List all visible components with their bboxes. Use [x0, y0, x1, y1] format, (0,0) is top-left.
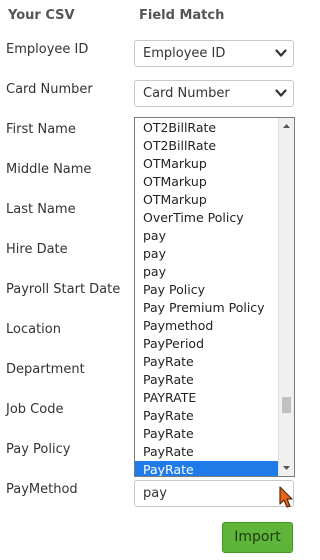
chevron-down-icon: [275, 81, 287, 106]
dropdown-option[interactable]: PayPeriod: [135, 335, 279, 353]
dropdown-option[interactable]: PayRate: [135, 443, 279, 461]
dropdown-option[interactable]: pay: [135, 245, 279, 263]
row-label-middle-name: Middle Name: [6, 162, 92, 177]
dropdown-option[interactable]: PayRate: [135, 407, 279, 425]
scroll-up-arrow-icon[interactable]: [279, 119, 294, 133]
mouse-cursor-icon: [279, 486, 295, 514]
field-match-header: Field Match: [139, 8, 225, 23]
dropdown-option[interactable]: OT2BillRate: [135, 137, 279, 155]
row-label-location: Location: [6, 322, 61, 337]
card-number-select[interactable]: Card Number: [134, 80, 294, 107]
row-label-payroll-start-date: Payroll Start Date: [6, 282, 121, 297]
row-label-card-number: Card Number: [6, 82, 93, 97]
dropdown-option[interactable]: OTMarkup: [135, 191, 279, 209]
row-label-employee-id: Employee ID: [6, 42, 89, 57]
row-label-job-code: Job Code: [6, 402, 64, 417]
select-value: Employee ID: [143, 46, 226, 61]
paymethod-select[interactable]: pay: [134, 480, 294, 507]
dropdown-option[interactable]: pay: [135, 263, 279, 281]
dropdown-option[interactable]: pay: [135, 227, 279, 245]
dropdown-option[interactable]: PayRate: [135, 353, 279, 371]
dropdown-option[interactable]: PayRate: [135, 425, 279, 443]
chevron-down-icon: [275, 41, 287, 66]
select-value: pay: [143, 486, 167, 501]
dropdown-option[interactable]: PAYRATE: [135, 389, 279, 407]
dropdown-scrollbar[interactable]: [278, 118, 294, 476]
row-label-department: Department: [6, 362, 85, 377]
scroll-down-arrow-icon[interactable]: [279, 461, 294, 475]
dropdown-option[interactable]: OverTime Policy: [135, 209, 279, 227]
import-button[interactable]: Import: [222, 522, 293, 553]
row-label-pay-policy: Pay Policy: [6, 442, 71, 457]
dropdown-option[interactable]: OT2BillRate: [135, 119, 279, 137]
your-csv-header: Your CSV: [8, 8, 75, 23]
dropdown-option[interactable]: Paymethod: [135, 317, 279, 335]
employee-id-select[interactable]: Employee ID: [134, 40, 294, 67]
dropdown-option[interactable]: Pay Policy: [135, 281, 279, 299]
scrollbar-thumb[interactable]: [282, 397, 291, 413]
row-label-first-name: First Name: [6, 122, 76, 137]
row-label-last-name: Last Name: [6, 202, 76, 217]
row-label-paymethod: PayMethod: [6, 482, 78, 497]
row-label-hire-date: Hire Date: [6, 242, 68, 257]
dropdown-option[interactable]: PayRate: [135, 371, 279, 389]
field-match-dropdown-list[interactable]: OT2BillRate OT2BillRate OTMarkup OTMarku…: [134, 117, 295, 477]
select-value: Card Number: [143, 86, 230, 101]
dropdown-option[interactable]: OTMarkup: [135, 173, 279, 191]
dropdown-option[interactable]: Pay Premium Policy: [135, 299, 279, 317]
dropdown-option-selected[interactable]: PayRate: [135, 461, 279, 476]
dropdown-option[interactable]: OTMarkup: [135, 155, 279, 173]
